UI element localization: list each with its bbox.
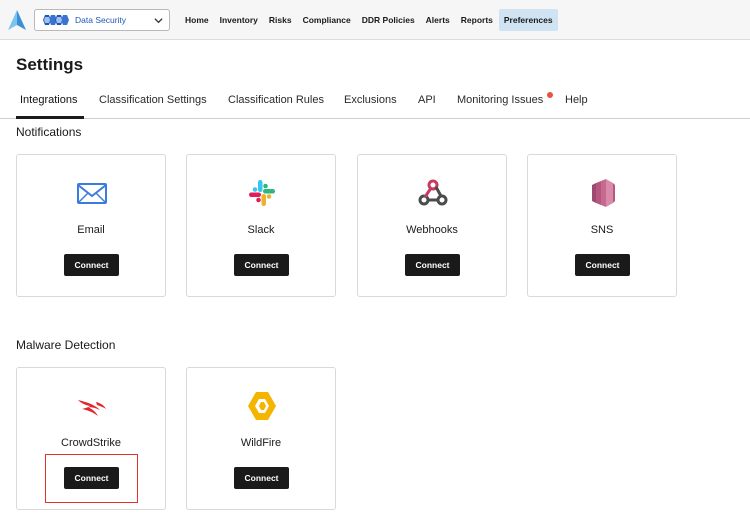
- nav-item-reports[interactable]: Reports: [456, 9, 498, 31]
- main-nav: Home Inventory Risks Compliance DDR Poli…: [180, 9, 559, 31]
- connect-button-slack[interactable]: Connect: [234, 254, 289, 276]
- slack-icon: [249, 180, 275, 206]
- crowdstrike-icon: [78, 400, 106, 416]
- integration-card-sns: SNS Connect: [527, 154, 677, 297]
- integration-name: WildFire: [240, 437, 282, 449]
- integration-name: CrowdStrike: [61, 437, 121, 449]
- nav-item-risks[interactable]: Risks: [264, 9, 297, 31]
- connect-button-webhooks[interactable]: Connect: [405, 254, 460, 276]
- wildfire-icon: [248, 392, 276, 420]
- top-navigation-bar: Data Security Home Inventory Risks Compl…: [0, 0, 750, 40]
- nav-item-ddr-policies[interactable]: DDR Policies: [357, 9, 420, 31]
- connect-button-wildfire[interactable]: Connect: [234, 467, 289, 489]
- integration-card-email: Email Connect: [16, 154, 166, 297]
- envelope-icon: [77, 183, 107, 204]
- section-title-malware-detection: Malware Detection: [16, 338, 116, 352]
- nav-item-compliance[interactable]: Compliance: [298, 9, 356, 31]
- chevron-down-icon: [154, 18, 163, 24]
- app-logo-icon[interactable]: [8, 10, 26, 30]
- settings-tabs: Integrations Classification Settings Cla…: [0, 88, 750, 119]
- nav-item-home[interactable]: Home: [180, 9, 214, 31]
- nav-item-inventory[interactable]: Inventory: [215, 9, 263, 31]
- highlight-annotation-box: [45, 454, 138, 503]
- sns-icon: [592, 179, 615, 207]
- integration-name: Webhooks: [406, 224, 458, 236]
- tab-classification-rules[interactable]: Classification Rules: [228, 94, 324, 106]
- tab-exclusions[interactable]: Exclusions: [344, 94, 397, 106]
- tab-monitoring-issues[interactable]: Monitoring Issues: [457, 94, 543, 106]
- integration-card-webhooks: Webhooks Connect: [357, 154, 507, 297]
- notification-dot: [547, 92, 553, 98]
- tab-api[interactable]: API: [418, 94, 436, 106]
- connect-button-email[interactable]: Connect: [64, 254, 119, 276]
- nav-item-alerts[interactable]: Alerts: [421, 9, 455, 31]
- module-selector-label: Data Security: [75, 15, 127, 25]
- section-title-notifications: Notifications: [16, 125, 82, 139]
- integration-name: Email: [77, 224, 105, 236]
- module-hexagons-icon: [43, 15, 69, 25]
- page-title: Settings: [16, 55, 84, 74]
- tab-help[interactable]: Help: [565, 94, 588, 106]
- module-selector-dropdown[interactable]: Data Security: [34, 9, 170, 31]
- tab-integrations[interactable]: Integrations: [20, 94, 77, 106]
- active-tab-indicator: [16, 116, 84, 119]
- integration-name: SNS: [590, 224, 614, 236]
- integration-card-wildfire: WildFire Connect: [186, 367, 336, 510]
- integration-card-slack: Slack Connect: [186, 154, 336, 297]
- tab-classification-settings[interactable]: Classification Settings: [99, 94, 207, 106]
- connect-button-sns[interactable]: Connect: [575, 254, 630, 276]
- webhooks-icon: [418, 179, 448, 206]
- integration-name: Slack: [247, 224, 275, 236]
- nav-item-preferences[interactable]: Preferences: [498, 9, 558, 31]
